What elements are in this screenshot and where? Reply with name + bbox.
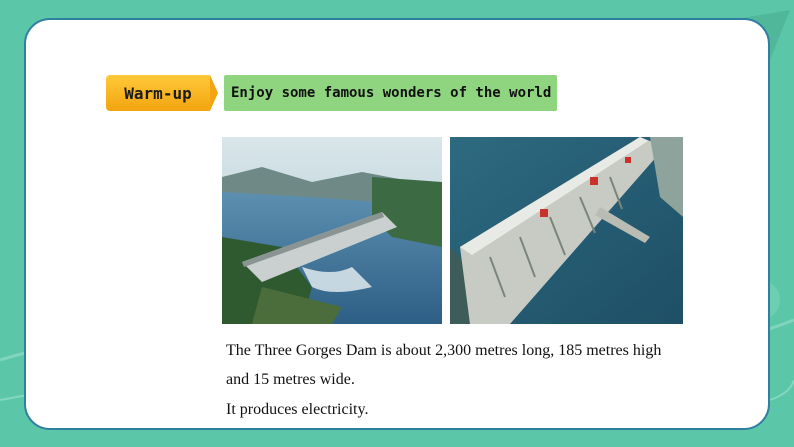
dam-painting-image — [222, 137, 442, 324]
warmup-label: Warm-up — [124, 83, 192, 103]
warmup-arrow-icon — [210, 75, 218, 111]
title-bar: Enjoy some famous wonders of the world — [224, 75, 557, 111]
page-title: Enjoy some famous wonders of the world — [231, 85, 552, 101]
dam-aerial-photo-image — [450, 137, 683, 324]
caption-line-1: The Three Gorges Dam is about 2,300 metr… — [226, 342, 662, 359]
caption-line-3: It produces electricity. — [226, 401, 369, 418]
content-card: Warm-up Enjoy some famous wonders of the… — [24, 18, 770, 430]
warmup-badge: Warm-up — [106, 75, 210, 111]
caption-line-2: and 15 metres wide. — [226, 371, 355, 388]
